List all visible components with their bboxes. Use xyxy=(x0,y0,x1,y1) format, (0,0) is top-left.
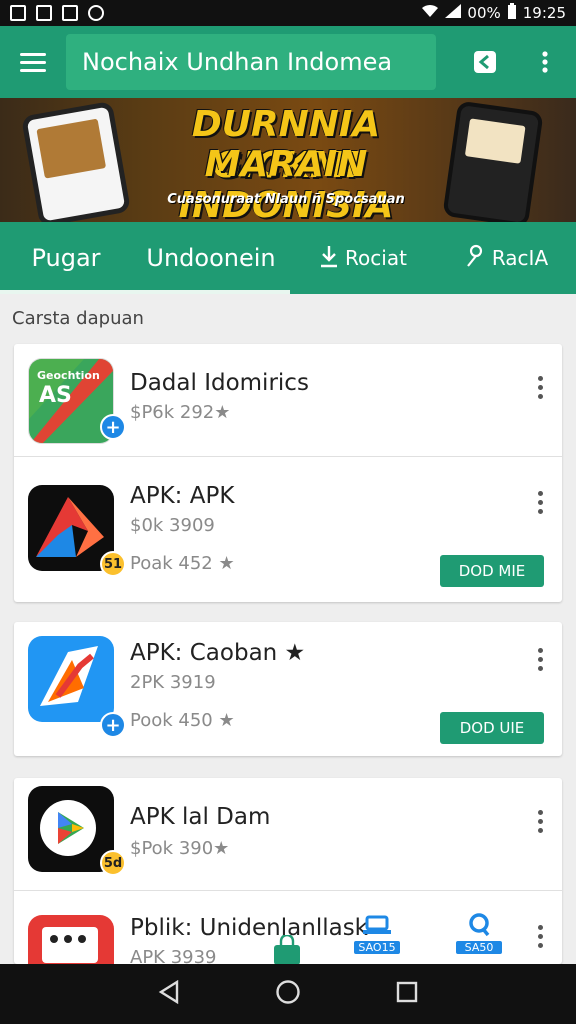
battery-text: 00% xyxy=(467,4,501,22)
app-meta: APK 3939 xyxy=(130,947,217,964)
app-card: Geochtion AS + Dadal Idomirics $P6k 292★… xyxy=(14,344,562,602)
back-icon[interactable] xyxy=(158,979,180,1008)
recents-icon[interactable] xyxy=(396,981,418,1007)
clock: 19:25 xyxy=(522,4,566,22)
wifi-icon xyxy=(421,4,439,22)
more-vert-icon[interactable] xyxy=(538,376,544,399)
list-item[interactable]: Geochtion AS + Dadal Idomirics $P6k 292★ xyxy=(14,344,562,456)
mini-button-label: SA50 xyxy=(456,941,502,954)
app-name: APK: Caoban ★ xyxy=(130,640,306,666)
add-badge: + xyxy=(100,414,126,440)
app-rating: Pook 450 ★ xyxy=(130,710,235,731)
app-icon xyxy=(28,915,114,964)
home-icon[interactable] xyxy=(275,979,301,1009)
file-icon xyxy=(36,5,52,21)
search-bar[interactable]: Nochaix Undhan Indomea xyxy=(66,34,436,90)
download-button[interactable]: DOD MIE xyxy=(440,555,544,587)
gallery-icon xyxy=(10,5,26,21)
p-icon xyxy=(62,5,78,21)
download-icon xyxy=(319,244,339,273)
tab-pugar[interactable]: Pugar xyxy=(0,222,132,294)
mini-button[interactable]: SA50 xyxy=(456,913,502,954)
section-title: Carsta dapuan xyxy=(12,308,144,329)
list-item[interactable]: 51 APK: APK $0k 3909 Poak 452 ★ DOD MIE xyxy=(14,456,562,602)
navigation-bar xyxy=(0,964,576,1024)
signal-icon xyxy=(445,4,462,22)
rating-badge: 51 xyxy=(100,551,126,577)
tab-label: Pugar xyxy=(31,244,101,272)
banner-tagline: Cuasonuraat Nlaun ñ Spocsauan xyxy=(167,192,405,207)
phone-image-left xyxy=(20,100,132,222)
more-vert-icon[interactable] xyxy=(538,491,544,514)
mini-button-label: SAO15 xyxy=(354,941,400,954)
app-meta: $Pok 390★ xyxy=(130,838,230,859)
tab-indicator xyxy=(0,290,290,294)
tab-bar: Pugar Undoonein Rociat RacIA xyxy=(0,222,576,294)
app-card: 5d APK lal Dam $Pok 390★ Pblik: Unidenla… xyxy=(14,778,562,964)
tab-undoonein[interactable]: Undoonein xyxy=(132,222,290,294)
person-icon xyxy=(464,244,486,273)
battery-icon xyxy=(507,3,517,23)
phone-image-right xyxy=(442,100,544,222)
app-meta: $P6k 292★ xyxy=(130,402,231,423)
bag-icon xyxy=(272,933,302,964)
app-bar: Nochaix Undhan Indomea xyxy=(0,26,576,98)
app-name: APK lal Dam xyxy=(130,804,271,830)
download-button[interactable]: DOD UIE xyxy=(440,712,544,744)
shield-icon xyxy=(88,5,104,21)
list-item[interactable]: 5d APK lal Dam $Pok 390★ xyxy=(14,778,562,890)
add-badge: + xyxy=(100,712,126,738)
app-rating: Poak 452 ★ xyxy=(130,553,235,574)
app-name: APK: APK xyxy=(130,483,235,509)
tab-racia[interactable]: RacIA xyxy=(436,222,576,294)
list-item[interactable]: Pblik: Unidenlanllask APK 3939 SAO15 SA5… xyxy=(14,890,562,964)
tab-label: RacIA xyxy=(491,246,549,270)
more-vert-icon[interactable] xyxy=(538,925,544,948)
share-icon[interactable] xyxy=(470,47,500,77)
menu-icon[interactable] xyxy=(0,26,66,98)
banner-title-line2: MARAIN INDONISIA xyxy=(178,144,394,222)
app-meta: 2PK 3919 xyxy=(130,672,216,693)
list-item[interactable]: + APK: Caoban ★ 2PK 3919 Pook 450 ★ DOD … xyxy=(14,622,562,756)
mini-button[interactable]: SAO15 xyxy=(354,915,400,954)
app-name: Dadal Idomirics xyxy=(130,370,309,396)
rating-badge: 5d xyxy=(100,850,126,876)
tab-label: Undoonein xyxy=(146,244,276,272)
promo-banner[interactable]: DURNNIA GICKMI MARAIN INDONISIA Cuasonur… xyxy=(0,98,576,222)
status-bar: 00% 19:25 xyxy=(0,0,576,26)
app-card: + APK: Caoban ★ 2PK 3919 Pook 450 ★ DOD … xyxy=(14,622,562,756)
more-vert-icon[interactable] xyxy=(538,810,544,833)
app-icon xyxy=(28,636,114,722)
app-name: Pblik: Unidenlanllask xyxy=(130,915,368,941)
more-vert-icon[interactable] xyxy=(538,648,544,671)
tab-label: Rociat xyxy=(345,246,407,270)
app-meta: $0k 3909 xyxy=(130,515,215,536)
more-vert-icon[interactable] xyxy=(530,47,560,77)
tab-rociat[interactable]: Rociat xyxy=(290,222,436,294)
